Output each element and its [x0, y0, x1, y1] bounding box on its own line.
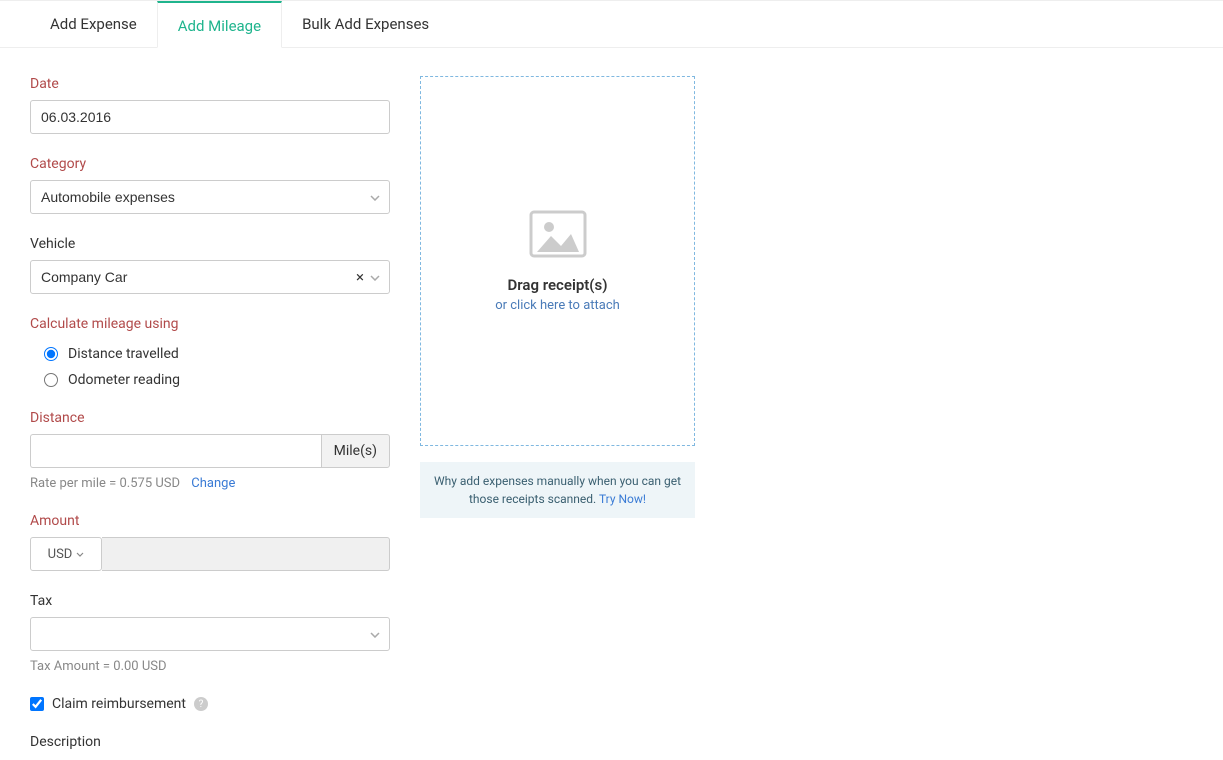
radio-distance-label: Distance travelled [68, 346, 179, 362]
calc-mileage-label: Calculate mileage using [30, 316, 390, 332]
category-label: Category [30, 156, 390, 172]
amount-label: Amount [30, 513, 390, 529]
caret-down-icon [76, 552, 84, 557]
date-label: Date [30, 76, 390, 92]
radio-distance-travelled[interactable] [44, 347, 58, 361]
vehicle-label: Vehicle [30, 236, 390, 252]
receipt-dropzone[interactable]: Drag receipt(s) or click here to attach [420, 76, 695, 446]
tax-label: Tax [30, 593, 390, 609]
claim-reimbursement-label: Claim reimbursement [52, 696, 186, 712]
tabs-bar: Add Expense Add Mileage Bulk Add Expense… [0, 1, 1223, 48]
tax-select[interactable] [30, 617, 390, 651]
currency-select[interactable]: USD [30, 537, 102, 571]
change-rate-link[interactable]: Change [191, 476, 235, 491]
help-icon[interactable]: ? [194, 697, 208, 711]
clear-icon[interactable]: × [356, 268, 364, 286]
tab-bulk-add-expenses[interactable]: Bulk Add Expenses [282, 1, 449, 47]
currency-value: USD [48, 547, 73, 562]
distance-unit: Mile(s) [321, 434, 390, 468]
claim-reimbursement-checkbox[interactable] [30, 697, 44, 711]
tab-add-expense[interactable]: Add Expense [30, 1, 157, 47]
rate-per-mile-hint: Rate per mile = 0.575 USD [30, 476, 180, 491]
tab-add-mileage[interactable]: Add Mileage [157, 1, 282, 48]
distance-label: Distance [30, 410, 390, 426]
distance-input[interactable] [30, 434, 321, 468]
try-now-link[interactable]: Try Now! [599, 492, 646, 506]
scan-promo-box: Why add expenses manually when you can g… [420, 462, 695, 518]
description-label: Description [0, 734, 1223, 750]
radio-odometer-label: Odometer reading [68, 372, 180, 388]
dropzone-title: Drag receipt(s) [507, 276, 607, 294]
vehicle-select[interactable] [30, 260, 390, 294]
amount-input [102, 537, 390, 571]
category-select[interactable] [30, 180, 390, 214]
image-placeholder-icon [529, 210, 587, 258]
tax-amount-hint: Tax Amount = 0.00 USD [30, 659, 390, 674]
radio-odometer-reading[interactable] [44, 373, 58, 387]
date-input[interactable] [30, 100, 390, 134]
dropzone-attach-link[interactable]: or click here to attach [495, 298, 620, 313]
